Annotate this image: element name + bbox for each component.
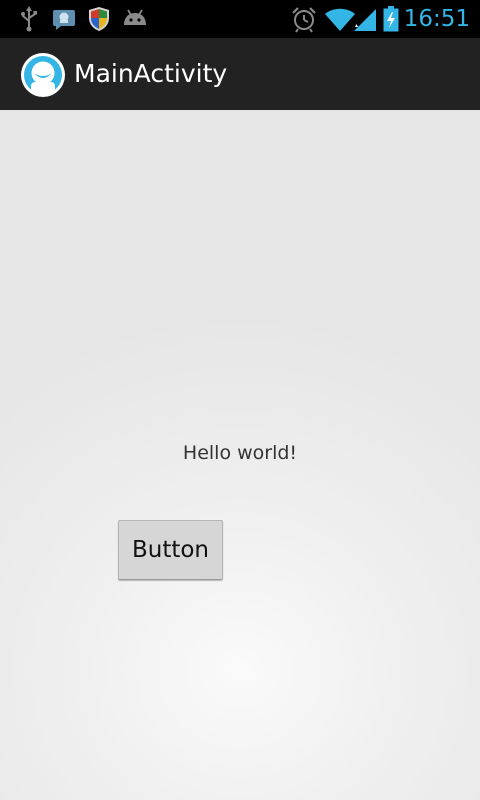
chat-notification-icon — [53, 10, 75, 30]
activity-content: Hello world! Button — [0, 110, 480, 800]
main-button[interactable]: Button — [118, 520, 223, 580]
cell-signal-icon — [354, 9, 376, 31]
phone-screen: 16:51 MainActivity Hello world! Button — [0, 0, 480, 800]
android-debug-icon — [124, 9, 146, 25]
alarm-clock-icon — [292, 7, 316, 33]
action-bar: MainActivity — [0, 38, 480, 110]
app-face-icon[interactable] — [20, 52, 66, 98]
hello-text: Hello world! — [182, 442, 298, 464]
battery-charging-icon — [383, 6, 399, 32]
status-clock: 16:51 — [403, 6, 470, 32]
action-bar-title: MainActivity — [74, 59, 228, 88]
usb-icon — [21, 6, 37, 32]
shield-icon — [89, 7, 109, 31]
status-bar: 16:51 — [0, 0, 480, 38]
